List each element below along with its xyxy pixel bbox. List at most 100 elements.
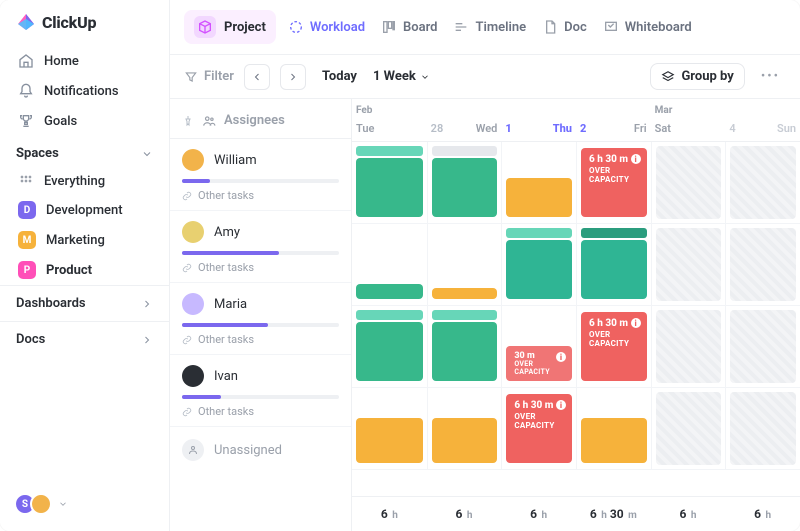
progress-bar bbox=[182, 323, 339, 327]
spaces-header[interactable]: Spaces bbox=[0, 136, 169, 167]
cell[interactable] bbox=[352, 306, 427, 387]
chevron-down-icon bbox=[58, 499, 68, 509]
sidebar-docs[interactable]: Docs bbox=[0, 321, 169, 357]
cell[interactable] bbox=[576, 224, 651, 305]
view-board-label: Board bbox=[403, 20, 437, 35]
spaces-list: Everything D Development M Marketing P P… bbox=[0, 167, 169, 285]
other-tasks-link[interactable]: Other tasks bbox=[182, 189, 339, 202]
cell[interactable] bbox=[427, 388, 502, 469]
unassigned-row[interactable]: Unassigned bbox=[170, 427, 351, 473]
info-icon: i bbox=[556, 352, 566, 362]
grid-row bbox=[352, 224, 800, 306]
task-block[interactable] bbox=[432, 322, 498, 381]
cell[interactable] bbox=[427, 224, 502, 305]
cell[interactable] bbox=[352, 224, 427, 305]
cell[interactable] bbox=[352, 142, 427, 223]
space-marketing[interactable]: M Marketing bbox=[10, 225, 159, 255]
trophy-icon bbox=[18, 113, 34, 129]
toolbar: Filter Today 1 Week Group by ••• bbox=[170, 55, 800, 99]
views: Workload Board Timeline Doc Whiteboard bbox=[288, 19, 692, 35]
sidebar-dashboards[interactable]: Dashboards bbox=[0, 285, 169, 321]
nav-goals-label: Goals bbox=[44, 114, 77, 129]
other-tasks-link[interactable]: Other tasks bbox=[182, 405, 339, 418]
month-label: Feb bbox=[352, 105, 427, 116]
cell bbox=[651, 388, 726, 469]
avatar bbox=[30, 493, 52, 515]
task-block[interactable] bbox=[356, 322, 423, 381]
today-button[interactable]: Today bbox=[316, 65, 363, 88]
view-doc[interactable]: Doc bbox=[542, 19, 587, 35]
task-block[interactable] bbox=[581, 240, 647, 299]
weekend-hatch bbox=[730, 228, 796, 301]
task-block[interactable] bbox=[506, 240, 572, 299]
view-workload-label: Workload bbox=[310, 20, 365, 35]
cell[interactable]: 6 h 30 mOVER CAPACITYi bbox=[501, 388, 576, 469]
task-block[interactable]: 6 h 30 mOVER CAPACITYi bbox=[506, 394, 572, 463]
filter-icon bbox=[184, 70, 198, 84]
task-block[interactable] bbox=[581, 418, 647, 463]
space-development[interactable]: D Development bbox=[10, 195, 159, 225]
other-tasks-link[interactable]: Other tasks bbox=[182, 333, 339, 346]
task-block[interactable] bbox=[506, 178, 572, 217]
logo-text: ClickUp bbox=[42, 13, 96, 32]
task-block[interactable]: 30 mOVER CAPACITYi bbox=[506, 346, 572, 381]
more-button[interactable]: ••• bbox=[755, 65, 786, 88]
weekend-hatch bbox=[656, 228, 722, 301]
nav-goals[interactable]: Goals bbox=[10, 106, 159, 136]
prev-button[interactable] bbox=[244, 64, 270, 90]
cell[interactable]: 6 h 30 mOVER CAPACITYi bbox=[576, 306, 651, 387]
total-cell: 6 h 30 m bbox=[576, 497, 651, 531]
space-everything[interactable]: Everything bbox=[10, 167, 159, 195]
range-dropdown[interactable]: 1 Week bbox=[373, 69, 430, 84]
assignee-row[interactable]: William Other tasks bbox=[170, 139, 351, 211]
cell[interactable] bbox=[352, 388, 427, 469]
cell[interactable] bbox=[501, 224, 576, 305]
progress-bar bbox=[182, 395, 339, 399]
workload: Assignees William Other tasks Amy bbox=[170, 99, 800, 531]
task-block[interactable] bbox=[432, 418, 498, 463]
assignee-row[interactable]: Maria Other tasks bbox=[170, 283, 351, 355]
nav-notifications[interactable]: Notifications bbox=[10, 76, 159, 106]
other-tasks-link[interactable]: Other tasks bbox=[182, 261, 339, 274]
view-timeline[interactable]: Timeline bbox=[453, 19, 526, 35]
groupby-button[interactable]: Group by bbox=[650, 63, 744, 90]
space-product[interactable]: P Product bbox=[10, 255, 159, 285]
nav-home[interactable]: Home bbox=[10, 46, 159, 76]
task-block[interactable] bbox=[356, 284, 423, 299]
view-whiteboard[interactable]: Whiteboard bbox=[603, 19, 692, 35]
cell[interactable] bbox=[576, 388, 651, 469]
cell[interactable] bbox=[427, 306, 502, 387]
workload-grid: Feb Mar Tue 28Wed 1Thu 2Fri Sat 4Sun bbox=[352, 99, 800, 531]
avatar bbox=[182, 221, 204, 243]
avatar bbox=[182, 149, 204, 171]
project-pill[interactable]: Project bbox=[184, 10, 276, 44]
weekend-hatch bbox=[656, 392, 722, 465]
total-row: 6 h 6 h 6 h 6 h 30 m 6 h 6 h bbox=[352, 496, 800, 531]
cell[interactable]: 6 h 30 mOVER CAPACITYi bbox=[576, 142, 651, 223]
next-button[interactable] bbox=[280, 64, 306, 90]
cell[interactable]: 30 mOVER CAPACITYi bbox=[501, 306, 576, 387]
logo[interactable]: ClickUp bbox=[0, 12, 169, 46]
link-icon bbox=[182, 263, 192, 273]
task-block[interactable] bbox=[432, 158, 498, 217]
sidebar-dashboards-label: Dashboards bbox=[16, 296, 86, 311]
task-block[interactable]: 6 h 30 mOVER CAPACITYi bbox=[581, 312, 647, 381]
avatar-stack[interactable]: S bbox=[14, 493, 52, 515]
task-block[interactable] bbox=[356, 418, 423, 463]
cell[interactable] bbox=[427, 142, 502, 223]
assignee-row[interactable]: Ivan Other tasks bbox=[170, 355, 351, 427]
filter-button[interactable]: Filter bbox=[184, 69, 234, 84]
people-icon bbox=[202, 114, 216, 128]
assignee-name: William bbox=[214, 153, 257, 168]
view-workload[interactable]: Workload bbox=[288, 19, 365, 35]
assignee-row[interactable]: Amy Other tasks bbox=[170, 211, 351, 283]
cell[interactable] bbox=[501, 142, 576, 223]
space-badge: D bbox=[18, 201, 36, 219]
info-icon: i bbox=[556, 400, 566, 410]
view-board[interactable]: Board bbox=[381, 19, 437, 35]
task-block[interactable] bbox=[432, 288, 498, 299]
task-block[interactable] bbox=[356, 158, 423, 217]
capacity-bar bbox=[356, 146, 423, 156]
pin-icon bbox=[182, 115, 194, 127]
task-block[interactable]: 6 h 30 mOVER CAPACITYi bbox=[581, 148, 647, 217]
